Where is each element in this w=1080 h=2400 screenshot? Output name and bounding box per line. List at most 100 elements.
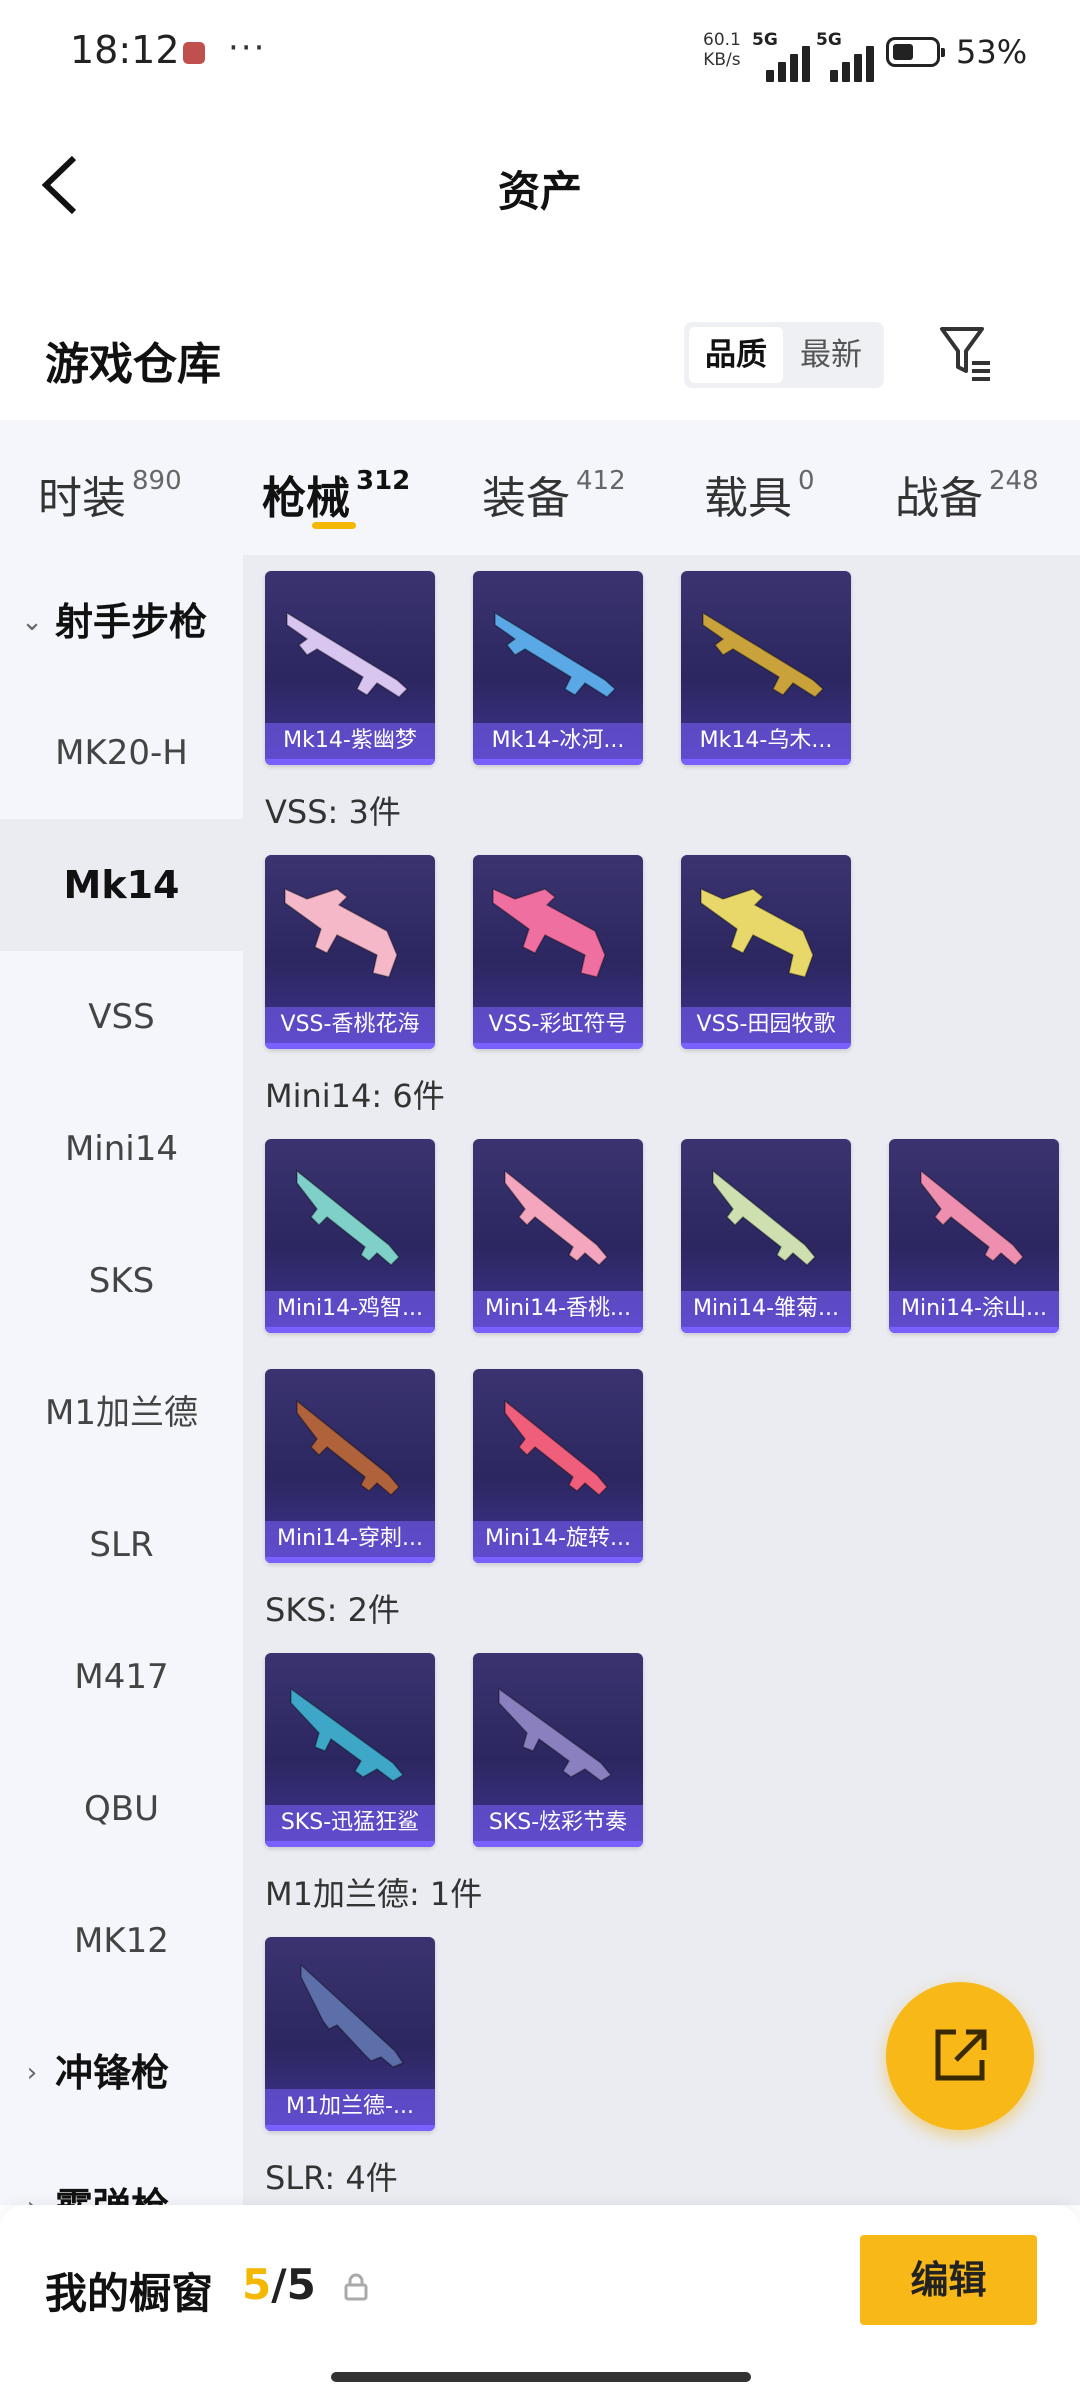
sidebar-category-smg[interactable]: › 冲锋枪 (0, 2033, 243, 2113)
gun-image (284, 887, 398, 978)
showcase-bar: 我的橱窗 5/5 编辑 (0, 2205, 1080, 2400)
skin-card[interactable]: Mini14-涂山... (889, 1139, 1059, 1333)
skin-name: SKS-炫彩节奏 (473, 1805, 643, 1847)
tab-vehicles[interactable]: 载具 0 (704, 462, 815, 524)
skin-card[interactable]: M1加兰德-... (265, 1937, 435, 2131)
tab-count: 412 (576, 466, 626, 496)
lock-icon (344, 2273, 368, 2301)
gun-image (498, 1687, 613, 1782)
notification-app-icon (183, 42, 205, 64)
sort-option-newest[interactable]: 最新 (784, 327, 878, 383)
sidebar-item-qbu[interactable]: QBU (0, 1743, 243, 1875)
chevron-down-icon: ⌄ (21, 607, 43, 637)
tab-count: 0 (798, 466, 815, 496)
sidebar-item-mk20h[interactable]: MK20-H (0, 687, 243, 819)
tab-label: 枪械 (262, 473, 350, 524)
sidebar-item-mini14[interactable]: Mini14 (0, 1083, 243, 1215)
skin-name: Mini14-涂山... (889, 1291, 1059, 1333)
tab-supplies[interactable]: 战备 248 (895, 462, 1039, 524)
showcase-separator: / (271, 2260, 287, 2309)
network-speed: 60.1 KB/s (703, 30, 741, 70)
gun-image (290, 1687, 405, 1782)
battery-percent: 53% (956, 33, 1028, 71)
sidebar-item-sks[interactable]: SKS (0, 1215, 243, 1347)
sidebar-category-label: 射手步枪 (55, 600, 208, 644)
skin-card[interactable]: SKS-炫彩节奏 (473, 1653, 643, 1847)
edit-button[interactable]: 编辑 (860, 2235, 1037, 2325)
tab-count: 890 (132, 466, 182, 496)
gun-image (702, 611, 825, 698)
gun-image (296, 1399, 401, 1497)
sidebar-item-mk14[interactable]: Mk14 (0, 819, 243, 951)
tab-equipment[interactable]: 装备 412 (482, 462, 626, 524)
skin-name: VSS-香桃花海 (265, 1007, 435, 1049)
network-speed-unit: KB/s (703, 50, 741, 70)
skin-card[interactable]: Mini14-雏菊... (681, 1139, 851, 1333)
skin-name: Mk14-冰河... (473, 723, 643, 765)
skin-name: M1加兰德-... (265, 2089, 435, 2131)
gun-image (504, 1169, 609, 1267)
share-icon (935, 2029, 987, 2081)
skin-card[interactable]: VSS-田园牧歌 (681, 855, 851, 1049)
active-tab-indicator (312, 522, 356, 529)
group-label-mini14: Mini14: 6件 (265, 1077, 445, 1115)
skin-card[interactable]: Mk14-冰河... (473, 571, 643, 765)
tab-count: 248 (989, 466, 1039, 496)
sidebar-item-m1-garand[interactable]: M1加兰德 (0, 1347, 243, 1479)
showcase-count: 5/5 (242, 2260, 316, 2309)
more-notifications-icon: ··· (228, 28, 267, 68)
gun-image (920, 1169, 1025, 1267)
skin-card[interactable]: Mini14-穿刺... (265, 1369, 435, 1563)
tab-fashion[interactable]: 时装 890 (38, 462, 182, 524)
gun-image (504, 1399, 609, 1497)
skin-card[interactable]: Mini14-鸡智... (265, 1139, 435, 1333)
sort-option-quality[interactable]: 品质 (689, 327, 783, 383)
skin-card[interactable]: VSS-香桃花海 (265, 855, 435, 1049)
sidebar-item-mk12[interactable]: MK12 (0, 1875, 243, 2007)
sidebar-item-vss[interactable]: VSS (0, 951, 243, 1083)
skin-name: Mini14-旋转... (473, 1521, 643, 1563)
tab-label: 载具 (704, 473, 792, 524)
tab-label: 战备 (895, 473, 983, 524)
tab-count: 312 (356, 466, 411, 496)
category-tabs: 时装 890 枪械 312 装备 412 载具 0 战备 248 (0, 420, 1080, 555)
gun-image (700, 887, 814, 978)
group-label-sks: SKS: 2件 (265, 1591, 400, 1629)
skin-card[interactable]: Mini14-香桃... (473, 1139, 643, 1333)
gun-image (300, 1963, 405, 2068)
skin-name: Mini14-香桃... (473, 1291, 643, 1333)
skin-name: Mk14-乌木... (681, 723, 851, 765)
sidebar-item-m417[interactable]: M417 (0, 1611, 243, 1743)
weapon-sidebar: ⌄ 射手步枪 MK20-H Mk14 VSS Mini14 SKS M1加兰德 … (0, 555, 243, 2229)
group-label-vss: VSS: 3件 (265, 793, 401, 831)
status-bar: 18:12 ··· 60.1 KB/s 5G 5G 53% (0, 0, 1080, 105)
skin-name: VSS-田园牧歌 (681, 1007, 851, 1049)
share-button[interactable] (886, 1982, 1034, 2130)
gun-image (494, 611, 617, 698)
skin-name: Mk14-紫幽梦 (265, 723, 435, 765)
skin-card[interactable]: Mk14-乌木... (681, 571, 851, 765)
skin-card[interactable]: VSS-彩虹符号 (473, 855, 643, 1049)
page-title: 资产 (497, 167, 582, 216)
filter-icon[interactable] (938, 323, 994, 383)
group-label-m1-garand: M1加兰德: 1件 (265, 1875, 483, 1913)
skin-card[interactable]: Mk14-紫幽梦 (265, 571, 435, 765)
home-indicator (331, 2372, 751, 2382)
sidebar-item-slr[interactable]: SLR (0, 1479, 243, 1611)
weapon-grid: Mk14-紫幽梦 Mk14-冰河... Mk14-乌木... VSS: 3件 V… (243, 555, 1080, 2205)
showcase-total: 5 (286, 2260, 316, 2309)
skin-name: Mini14-雏菊... (681, 1291, 851, 1333)
network-speed-value: 60.1 (703, 30, 741, 50)
gun-image (492, 887, 606, 978)
tab-label: 时装 (38, 473, 126, 524)
gun-image (286, 611, 409, 698)
tab-firearms[interactable]: 枪械 312 (262, 462, 411, 524)
tab-label: 装备 (482, 473, 570, 524)
skin-card[interactable]: SKS-迅猛狂鲨 (265, 1653, 435, 1847)
warehouse-title: 游戏仓库 (45, 339, 221, 390)
skin-card[interactable]: Mini14-旋转... (473, 1369, 643, 1563)
skin-name: Mini14-鸡智... (265, 1291, 435, 1333)
sidebar-category-label: 冲锋枪 (55, 2051, 170, 2095)
skin-name: SKS-迅猛狂鲨 (265, 1805, 435, 1847)
sidebar-category-marksman[interactable]: ⌄ 射手步枪 (0, 582, 243, 662)
